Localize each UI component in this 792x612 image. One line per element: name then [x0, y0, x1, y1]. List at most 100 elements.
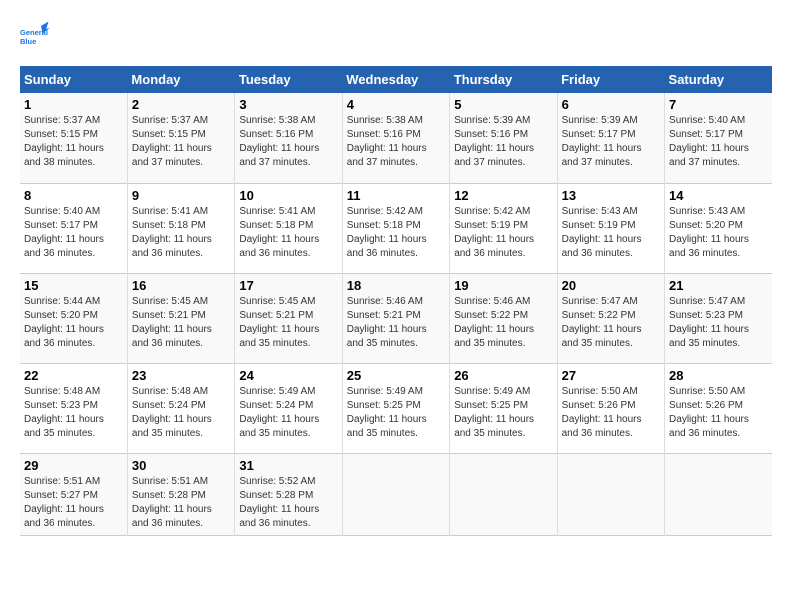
day-number: 2 [132, 97, 230, 112]
day-cell: 12 Sunrise: 5:42 AM Sunset: 5:19 PM Dayli… [450, 183, 557, 273]
column-header-sunday: Sunday [20, 66, 127, 93]
day-cell [342, 453, 449, 535]
day-number: 29 [24, 458, 123, 473]
day-number: 9 [132, 188, 230, 203]
day-cell: 5Sunrise: 5:39 AM Sunset: 5:16 PM Daylig… [450, 93, 557, 183]
day-cell [557, 453, 664, 535]
day-number: 26 [454, 368, 552, 383]
day-cell: 20 Sunrise: 5:47 AM Sunset: 5:22 PM Dayli… [557, 273, 664, 363]
day-cell: 3 Sunrise: 5:38 AM Sunset: 5:16 PM Daylig… [235, 93, 342, 183]
day-cell: 21 Sunrise: 5:47 AM Sunset: 5:23 PM Dayli… [665, 273, 772, 363]
day-info: Sunrise: 5:43 AM Sunset: 5:19 PM Dayligh… [562, 205, 660, 261]
day-info: Sunrise: 5:39 AM Sunset: 5:17 PM Dayligh… [562, 114, 660, 170]
day-cell: 11 Sunrise: 5:42 AM Sunset: 5:18 PM Dayli… [342, 183, 449, 273]
calendar-table: SundayMondayTuesdayWednesdayThursdayFrid… [20, 66, 772, 536]
column-header-tuesday: Tuesday [235, 66, 342, 93]
day-info: Sunrise: 5:50 AM Sunset: 5:26 PM Dayligh… [562, 385, 660, 441]
day-cell: 24 Sunrise: 5:49 AM Sunset: 5:24 PM Dayli… [235, 363, 342, 453]
day-number: 19 [454, 278, 552, 293]
day-cell: 28 Sunrise: 5:50 AM Sunset: 5:26 PM Dayli… [665, 363, 772, 453]
day-cell: 7 Sunrise: 5:40 AM Sunset: 5:17 PM Daylig… [665, 93, 772, 183]
day-number: 22 [24, 368, 123, 383]
column-header-wednesday: Wednesday [342, 66, 449, 93]
day-info: Sunrise: 5:48 AM Sunset: 5:24 PM Dayligh… [132, 385, 230, 441]
day-number: 11 [347, 188, 445, 203]
day-info: Sunrise: 5:39 AM Sunset: 5:16 PM Dayligh… [454, 114, 552, 170]
day-cell: 17 Sunrise: 5:45 AM Sunset: 5:21 PM Dayli… [235, 273, 342, 363]
day-cell: 14Sunrise: 5:43 AM Sunset: 5:20 PM Dayli… [665, 183, 772, 273]
column-header-thursday: Thursday [450, 66, 557, 93]
day-info: Sunrise: 5:51 AM Sunset: 5:28 PM Dayligh… [132, 475, 230, 531]
week-row-5: 29Sunrise: 5:51 AM Sunset: 5:27 PM Dayli… [20, 453, 772, 535]
day-info: Sunrise: 5:38 AM Sunset: 5:16 PM Dayligh… [347, 114, 445, 170]
day-info: Sunrise: 5:45 AM Sunset: 5:21 PM Dayligh… [132, 295, 230, 351]
day-cell [450, 453, 557, 535]
day-info: Sunrise: 5:42 AM Sunset: 5:18 PM Dayligh… [347, 205, 445, 261]
day-info: Sunrise: 5:45 AM Sunset: 5:21 PM Dayligh… [239, 295, 337, 351]
day-cell [665, 453, 772, 535]
day-number: 15 [24, 278, 123, 293]
day-cell: 31Sunrise: 5:52 AM Sunset: 5:28 PM Dayli… [235, 453, 342, 535]
day-cell: 26 Sunrise: 5:49 AM Sunset: 5:25 PM Dayli… [450, 363, 557, 453]
day-number: 28 [669, 368, 768, 383]
logo-icon: General Blue [20, 20, 50, 50]
day-info: Sunrise: 5:46 AM Sunset: 5:21 PM Dayligh… [347, 295, 445, 351]
day-info: Sunrise: 5:40 AM Sunset: 5:17 PM Dayligh… [24, 205, 123, 261]
day-number: 21 [669, 278, 768, 293]
day-number: 13 [562, 188, 660, 203]
day-number: 12 [454, 188, 552, 203]
week-row-3: 15 Sunrise: 5:44 AM Sunset: 5:20 PM Dayli… [20, 273, 772, 363]
day-info: Sunrise: 5:37 AM Sunset: 5:15 PM Dayligh… [132, 114, 230, 170]
calendar-body: 1 Sunrise: 5:37 AM Sunset: 5:15 PM Daylig… [20, 93, 772, 535]
day-info: Sunrise: 5:47 AM Sunset: 5:23 PM Dayligh… [669, 295, 768, 351]
day-info: Sunrise: 5:44 AM Sunset: 5:20 PM Dayligh… [24, 295, 123, 351]
day-info: Sunrise: 5:50 AM Sunset: 5:26 PM Dayligh… [669, 385, 768, 441]
day-cell: 25 Sunrise: 5:49 AM Sunset: 5:25 PM Dayli… [342, 363, 449, 453]
day-cell: 6 Sunrise: 5:39 AM Sunset: 5:17 PM Daylig… [557, 93, 664, 183]
day-cell: 13 Sunrise: 5:43 AM Sunset: 5:19 PM Dayli… [557, 183, 664, 273]
day-cell: 15 Sunrise: 5:44 AM Sunset: 5:20 PM Dayli… [20, 273, 127, 363]
day-cell: 16 Sunrise: 5:45 AM Sunset: 5:21 PM Dayli… [127, 273, 234, 363]
day-number: 18 [347, 278, 445, 293]
day-number: 30 [132, 458, 230, 473]
day-number: 24 [239, 368, 337, 383]
day-number: 31 [239, 458, 337, 473]
day-number: 4 [347, 97, 445, 112]
day-info: Sunrise: 5:49 AM Sunset: 5:25 PM Dayligh… [347, 385, 445, 441]
logo: General Blue [20, 20, 54, 50]
column-header-friday: Friday [557, 66, 664, 93]
column-header-monday: Monday [127, 66, 234, 93]
day-cell: 23Sunrise: 5:48 AM Sunset: 5:24 PM Dayli… [127, 363, 234, 453]
day-number: 7 [669, 97, 768, 112]
svg-text:Blue: Blue [20, 37, 36, 46]
day-cell: 19Sunrise: 5:46 AM Sunset: 5:22 PM Dayli… [450, 273, 557, 363]
day-info: Sunrise: 5:37 AM Sunset: 5:15 PM Dayligh… [24, 114, 123, 170]
day-number: 14 [669, 188, 768, 203]
day-number: 3 [239, 97, 337, 112]
week-row-1: 1 Sunrise: 5:37 AM Sunset: 5:15 PM Daylig… [20, 93, 772, 183]
day-info: Sunrise: 5:38 AM Sunset: 5:16 PM Dayligh… [239, 114, 337, 170]
day-info: Sunrise: 5:41 AM Sunset: 5:18 PM Dayligh… [239, 205, 337, 261]
day-info: Sunrise: 5:49 AM Sunset: 5:25 PM Dayligh… [454, 385, 552, 441]
day-cell: 9Sunrise: 5:41 AM Sunset: 5:18 PM Daylig… [127, 183, 234, 273]
column-header-saturday: Saturday [665, 66, 772, 93]
day-cell: 1 Sunrise: 5:37 AM Sunset: 5:15 PM Daylig… [20, 93, 127, 183]
day-number: 20 [562, 278, 660, 293]
week-row-4: 22Sunrise: 5:48 AM Sunset: 5:23 PM Dayli… [20, 363, 772, 453]
week-row-2: 8 Sunrise: 5:40 AM Sunset: 5:17 PM Daylig… [20, 183, 772, 273]
day-info: Sunrise: 5:40 AM Sunset: 5:17 PM Dayligh… [669, 114, 768, 170]
day-info: Sunrise: 5:49 AM Sunset: 5:24 PM Dayligh… [239, 385, 337, 441]
day-cell: 2 Sunrise: 5:37 AM Sunset: 5:15 PM Daylig… [127, 93, 234, 183]
day-number: 16 [132, 278, 230, 293]
day-number: 8 [24, 188, 123, 203]
day-cell: 10 Sunrise: 5:41 AM Sunset: 5:18 PM Dayli… [235, 183, 342, 273]
day-number: 6 [562, 97, 660, 112]
day-number: 17 [239, 278, 337, 293]
day-number: 27 [562, 368, 660, 383]
day-info: Sunrise: 5:47 AM Sunset: 5:22 PM Dayligh… [562, 295, 660, 351]
day-number: 1 [24, 97, 123, 112]
day-info: Sunrise: 5:42 AM Sunset: 5:19 PM Dayligh… [454, 205, 552, 261]
day-number: 25 [347, 368, 445, 383]
day-number: 10 [239, 188, 337, 203]
day-cell: 8 Sunrise: 5:40 AM Sunset: 5:17 PM Daylig… [20, 183, 127, 273]
